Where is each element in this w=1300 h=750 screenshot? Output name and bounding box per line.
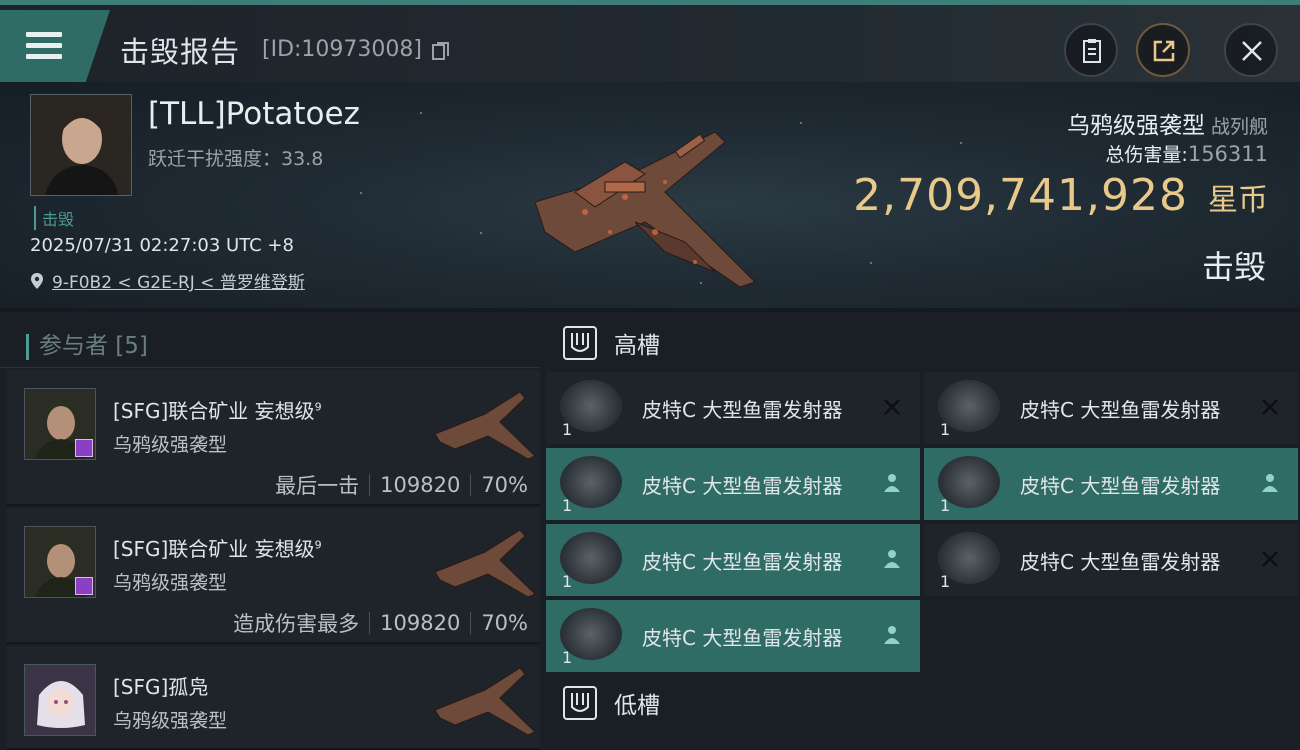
module-slot[interactable]: 1 皮特C 大型鱼雷发射器 — [924, 448, 1298, 520]
participant-avatar — [24, 526, 96, 598]
participant-percent: 70% — [481, 473, 528, 497]
participant-row[interactable]: [SFG]孤凫 乌鸦级强袭型 — [6, 646, 540, 750]
isk-value-unit: 星币 — [1208, 183, 1268, 218]
share-icon — [1153, 40, 1175, 62]
destroyed-icon — [1262, 399, 1278, 415]
module-name: 皮特C 大型鱼雷发射器 — [1020, 398, 1221, 422]
close-icon — [1242, 41, 1262, 61]
participant-ship: 乌鸦级强袭型 — [113, 572, 228, 594]
isk-value: 2,709,741,928 星币 — [853, 170, 1268, 221]
module-slot[interactable]: 1 皮特C 大型鱼雷发射器 — [924, 372, 1298, 444]
participant-row[interactable]: [SFG]联合矿业 妄想级9 乌鸦级强袭型 造成伤害最多 109820 70% — [6, 508, 540, 644]
destroyed-icon — [1262, 551, 1278, 567]
total-damage: 总伤害量:156311 — [1105, 140, 1268, 167]
report-id: [ID:10973008] — [262, 37, 422, 62]
clipboard-button[interactable] — [1064, 23, 1118, 77]
ship-render — [534, 131, 756, 288]
low-slot-label: 低槽 — [614, 693, 660, 719]
participant-avatar — [24, 388, 96, 460]
module-slot[interactable]: 1 皮特C 大型鱼雷发射器 — [546, 372, 920, 444]
participant-name: [SFG]联合矿业 妄想级9 — [113, 399, 322, 423]
kill-status: 击毁 — [1201, 248, 1266, 286]
participant-ship-image — [434, 667, 536, 736]
module-name: 皮特C 大型鱼雷发射器 — [1020, 474, 1221, 498]
participant-percent: 70% — [481, 611, 528, 635]
module-qty: 1 — [562, 420, 573, 439]
participant-damage: 109820 — [380, 611, 461, 635]
module-qty: 1 — [562, 496, 573, 515]
victim-ship-name: 乌鸦级强袭型 — [1066, 113, 1205, 139]
participant-stats: 最后一击 109820 70% — [275, 470, 528, 500]
copy-icon[interactable] — [432, 41, 450, 61]
dropped-person-icon — [884, 474, 900, 492]
module-qty: 1 — [940, 572, 951, 591]
top-bar: 击毁报告 [ID:10973008] — [0, 0, 1300, 82]
participant-ship-image — [434, 529, 536, 598]
rank-badge — [75, 439, 93, 457]
module-qty: 1 — [940, 496, 951, 515]
total-damage-label: 总伤害量: — [1105, 144, 1188, 166]
participants-panel: 参与者 [5] [SFG]联合矿业 妄想级9 乌鸦级强袭型 最后一击 10982… — [0, 312, 540, 750]
module-slot[interactable]: 1 皮特C 大型鱼雷发射器 — [546, 524, 920, 596]
menu-icon-bar — [26, 43, 62, 48]
close-button[interactable] — [1224, 23, 1278, 77]
module-qty: 1 — [562, 572, 573, 591]
participant-row[interactable]: [SFG]联合矿业 妄想级9 乌鸦级强袭型 最后一击 109820 70% — [6, 370, 540, 506]
victim-panel: [TLL]Potatoez 跃迁干扰强度：33.8 击毁 2025/07/31 … — [0, 82, 1300, 308]
victim-ship: 乌鸦级强袭型 战列舰 — [1067, 106, 1268, 140]
module-slot[interactable]: 1 皮特C 大型鱼雷发射器 — [546, 600, 920, 672]
participant-ship-image — [434, 391, 536, 460]
status-tag: 击毁 — [34, 206, 74, 230]
module-qty: 1 — [562, 648, 573, 667]
dropped-person-icon — [884, 550, 900, 568]
module-slot[interactable]: 1 皮特C 大型鱼雷发射器 — [546, 448, 920, 520]
module-name: 皮特C 大型鱼雷发射器 — [642, 626, 843, 650]
module-name: 皮特C 大型鱼雷发射器 — [642, 550, 843, 574]
high-slot-label: 高槽 — [614, 333, 660, 359]
module-qty: 1 — [940, 420, 951, 439]
rank-badge — [75, 577, 93, 595]
destroyed-icon — [884, 399, 900, 415]
victim-avatar[interactable] — [30, 94, 132, 196]
module-name: 皮特C 大型鱼雷发射器 — [642, 474, 843, 498]
participant-ship: 乌鸦级强袭型 — [113, 434, 228, 456]
total-damage-value: 156311 — [1187, 142, 1268, 166]
isk-value-number: 2,709,741,928 — [853, 170, 1188, 221]
warp-disruption-label: 跃迁干扰强度：33.8 — [148, 148, 324, 170]
dropped-person-icon — [1262, 474, 1278, 492]
high-slot-header: 高槽 — [540, 314, 1300, 372]
fitting-panel: 高槽 1 皮特C 大型鱼雷发射器 1 皮特C 大型鱼雷发射器 1 皮特C 大型鱼… — [540, 312, 1300, 750]
participants-header: 参与者 [5] — [0, 312, 540, 368]
participant-ship: 乌鸦级强袭型 — [113, 710, 228, 732]
participant-role: 最后一击 — [275, 474, 360, 498]
location-link[interactable]: 9-F0B2 < G2E-RJ < 普罗维登斯 — [30, 268, 305, 293]
participant-name: [SFG]孤凫 — [113, 675, 209, 699]
menu-icon — [26, 32, 62, 37]
menu-icon-bar — [26, 54, 62, 59]
page-title: 击毁报告 — [120, 35, 241, 69]
location-text: 9-F0B2 < G2E-RJ < 普罗维登斯 — [52, 273, 305, 293]
low-slot-icon — [563, 686, 597, 720]
dropped-person-icon — [884, 626, 900, 644]
location-pin-icon — [31, 272, 43, 289]
participant-role: 造成伤害最多 — [233, 612, 360, 636]
victim-pilot-name[interactable]: [TLL]Potatoez — [148, 96, 360, 132]
victim-ship-class: 战列舰 — [1210, 116, 1268, 138]
high-slot-icon — [563, 326, 597, 360]
share-button[interactable] — [1136, 23, 1190, 77]
participant-stats: 造成伤害最多 109820 70% — [233, 608, 528, 638]
kill-datetime: 2025/07/31 02:27:03 UTC +8 — [30, 235, 294, 256]
module-name: 皮特C 大型鱼雷发射器 — [1020, 550, 1221, 574]
participant-name: [SFG]联合矿业 妄想级9 — [113, 537, 322, 561]
low-slot-header: 低槽 — [540, 674, 1300, 732]
module-name: 皮特C 大型鱼雷发射器 — [642, 398, 843, 422]
clipboard-icon — [1083, 39, 1101, 63]
module-slot[interactable]: 1 皮特C 大型鱼雷发射器 — [924, 524, 1298, 596]
participants-title: 参与者 [5] — [39, 333, 148, 359]
participant-avatar — [24, 664, 96, 736]
participant-damage: 109820 — [380, 473, 461, 497]
menu-button[interactable] — [0, 10, 110, 82]
